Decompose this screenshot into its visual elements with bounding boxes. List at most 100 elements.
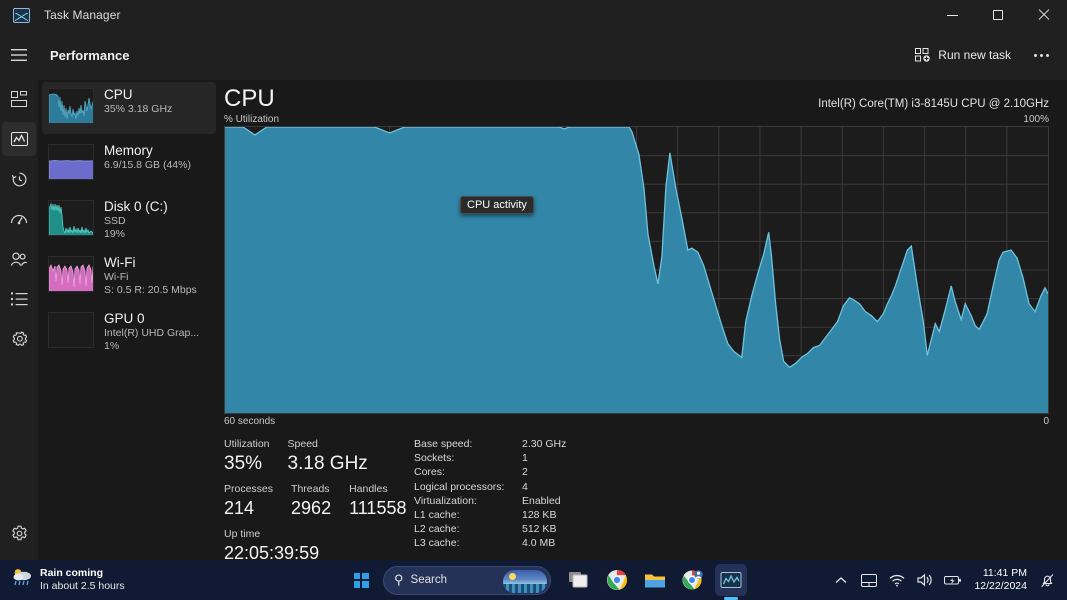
task-manager-taskbar-icon bbox=[720, 571, 742, 590]
run-new-task-label: Run new task bbox=[938, 48, 1011, 62]
minimize-button[interactable] bbox=[929, 0, 975, 30]
sidebar-item-sub1: 6.9/15.8 GB (44%) bbox=[104, 159, 191, 172]
task-manager-window: Task Manager bbox=[0, 0, 1067, 600]
taskbar-app-file-explorer[interactable] bbox=[639, 564, 671, 596]
sidebar-item-sub2: 19% bbox=[104, 228, 168, 241]
handles-stat: Handles 111558 bbox=[349, 482, 406, 521]
weather-text: Rain coming In about 2.5 hours bbox=[40, 567, 125, 593]
hamburger-menu-button[interactable] bbox=[2, 38, 36, 72]
utilization-speed-row: Utilization 35% Speed 3.18 GHz bbox=[224, 437, 394, 476]
speaker-icon bbox=[917, 573, 933, 587]
sidebar-item-app-history[interactable] bbox=[2, 162, 36, 196]
sidebar-item-gpu-0[interactable]: GPU 0 Intel(R) UHD Grap... 1% bbox=[42, 306, 216, 358]
graph-footer-labels: 60 seconds 0 bbox=[220, 414, 1067, 427]
run-new-task-button[interactable]: Run new task bbox=[905, 40, 1021, 70]
wifi-icon bbox=[889, 574, 905, 587]
window-controls bbox=[929, 0, 1067, 30]
touchpad-button[interactable] bbox=[856, 565, 882, 595]
sidebar-item-label: GPU 0 bbox=[104, 310, 199, 327]
file-explorer-icon bbox=[644, 571, 666, 590]
graph-axis-labels: % Utilization 100% bbox=[220, 114, 1067, 126]
search-input[interactable]: ⚲ Search bbox=[383, 566, 551, 595]
gpu-sparkline bbox=[48, 312, 94, 348]
network-button[interactable] bbox=[884, 565, 910, 595]
list-details-icon bbox=[11, 292, 28, 306]
navigation-rail bbox=[0, 30, 38, 560]
cpu-graph-container[interactable]: CPU activity bbox=[224, 126, 1049, 414]
clock-button[interactable]: 11:41 PM 12/22/2024 bbox=[968, 563, 1033, 597]
volume-button[interactable] bbox=[912, 565, 938, 595]
spec-row: L1 cache: 128 KB bbox=[414, 508, 1049, 522]
clock-date: 12/22/2024 bbox=[974, 580, 1027, 593]
utilization-stat: Utilization 35% bbox=[224, 437, 270, 476]
users-icon bbox=[10, 252, 28, 267]
cpu-title: CPU bbox=[224, 84, 275, 114]
more-options-icon bbox=[1034, 54, 1037, 57]
settings-button[interactable] bbox=[2, 516, 36, 550]
processes-value: 214 bbox=[224, 496, 273, 521]
handles-value: 111558 bbox=[349, 496, 406, 521]
notification-button[interactable] bbox=[1035, 565, 1059, 595]
sidebar-item-users[interactable] bbox=[2, 242, 36, 276]
search-highlight-image bbox=[503, 570, 547, 593]
taskbar-app-chrome-profile[interactable] bbox=[677, 564, 709, 596]
sidebar-item-startup-apps[interactable] bbox=[2, 202, 36, 236]
taskbar-app-task-manager[interactable] bbox=[715, 564, 747, 596]
cpu-stats: Utilization 35% Speed 3.18 GHz Processes… bbox=[220, 427, 1067, 566]
services-gear-icon bbox=[11, 331, 28, 348]
spec-value: 4.0 MB bbox=[522, 536, 555, 550]
spec-key: Cores: bbox=[414, 465, 522, 479]
cpu-utilization-graph[interactable] bbox=[224, 126, 1049, 414]
sidebar-item-disk-0[interactable]: Disk 0 (C:) SSD 19% bbox=[42, 194, 216, 246]
sidebar-item-performance[interactable] bbox=[2, 122, 36, 156]
more-options-button[interactable] bbox=[1025, 40, 1057, 70]
sidebar-item-cpu[interactable]: CPU 35% 3.18 GHz bbox=[42, 82, 216, 134]
spec-row: Sockets: 1 bbox=[414, 451, 1049, 465]
taskbar-app-chrome[interactable] bbox=[601, 564, 633, 596]
weather-title: Rain coming bbox=[40, 567, 125, 580]
system-tray: 11:41 PM 12/22/2024 bbox=[828, 563, 1059, 597]
close-button[interactable] bbox=[1021, 0, 1067, 30]
sidebar-item-sub1: 35% 3.18 GHz bbox=[104, 103, 172, 116]
maximize-button[interactable] bbox=[975, 0, 1021, 30]
chrome-profile-icon bbox=[682, 569, 704, 591]
sidebar-item-services[interactable] bbox=[2, 322, 36, 356]
utilization-label: Utilization bbox=[224, 437, 270, 451]
sidebar-item-details[interactable] bbox=[2, 282, 36, 316]
spec-value: 1 bbox=[522, 451, 528, 465]
chrome-icon bbox=[606, 569, 628, 591]
speedometer-icon bbox=[10, 212, 28, 226]
sidebar-item-label: Disk 0 (C:) bbox=[104, 198, 168, 215]
threads-stat: Threads 2962 bbox=[291, 482, 331, 521]
settings-gear-icon bbox=[11, 525, 28, 542]
spec-key: Virtualization: bbox=[414, 494, 522, 508]
search-icon: ⚲ bbox=[394, 572, 404, 588]
spec-key: L3 cache: bbox=[414, 536, 522, 550]
rain-cloud-icon bbox=[10, 567, 36, 593]
windows-start-icon bbox=[354, 573, 369, 588]
taskbar-app-task-view[interactable] bbox=[563, 564, 595, 596]
spec-value: 512 KB bbox=[522, 522, 556, 536]
hamburger-menu-icon bbox=[11, 49, 27, 61]
sidebar-item-wifi[interactable]: Wi-Fi Wi-Fi S: 0.5 R: 20.5 Mbps bbox=[42, 250, 216, 302]
spec-value: 128 KB bbox=[522, 508, 556, 522]
speed-value: 3.18 GHz bbox=[288, 451, 368, 476]
battery-button[interactable] bbox=[940, 565, 966, 595]
processes-grid-icon bbox=[11, 91, 27, 107]
clock-time: 11:41 PM bbox=[983, 567, 1027, 580]
sidebar-item-memory[interactable]: Memory 6.9/15.8 GB (44%) bbox=[42, 138, 216, 190]
page-header: Performance Run new task bbox=[38, 30, 1067, 80]
show-hidden-icons-button[interactable] bbox=[828, 565, 854, 595]
weather-subtitle: In about 2.5 hours bbox=[40, 580, 125, 593]
page-title: Performance bbox=[50, 48, 129, 63]
battery-icon bbox=[944, 574, 962, 586]
sidebar-item-processes[interactable] bbox=[2, 82, 36, 116]
cpu-header: CPU Intel(R) Core(TM) i3-8145U CPU @ 2.1… bbox=[220, 80, 1067, 114]
start-button[interactable] bbox=[345, 564, 377, 596]
y-axis-max: 100% bbox=[1023, 114, 1049, 125]
cpu-stats-left: Utilization 35% Speed 3.18 GHz Processes… bbox=[224, 437, 394, 566]
weather-widget[interactable]: Rain coming In about 2.5 hours bbox=[10, 567, 125, 593]
window-title: Task Manager bbox=[44, 8, 121, 22]
windows-taskbar: Rain coming In about 2.5 hours ⚲ Search bbox=[0, 560, 1067, 600]
taskbar-center: ⚲ Search bbox=[345, 560, 747, 600]
